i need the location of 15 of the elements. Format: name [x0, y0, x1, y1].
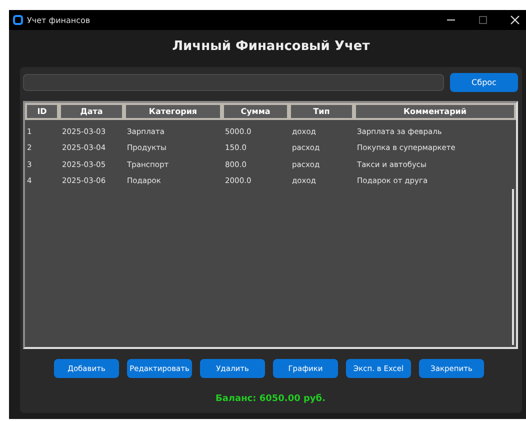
balance-label: Баланс: 6050.00 руб.	[214, 394, 327, 404]
column-header[interactable]: ID	[25, 103, 59, 120]
search-field[interactable]	[23, 74, 444, 91]
app-heading: Личный Финансовый Учет	[171, 38, 371, 56]
column-header[interactable]: Комментарий	[354, 103, 516, 120]
maximize-icon[interactable]	[478, 15, 488, 25]
column-header[interactable]: Тип	[289, 103, 354, 120]
column-header[interactable]: Сумма	[222, 103, 289, 120]
app-icon	[13, 15, 23, 25]
close-icon[interactable]	[510, 15, 520, 25]
column-header[interactable]: Категория	[124, 103, 222, 120]
reset-button[interactable]: Сброс	[450, 73, 518, 92]
window-title: Учет финансов	[27, 16, 90, 24]
column-header[interactable]: Дата	[59, 103, 124, 120]
scrollbar[interactable]	[512, 189, 514, 345]
